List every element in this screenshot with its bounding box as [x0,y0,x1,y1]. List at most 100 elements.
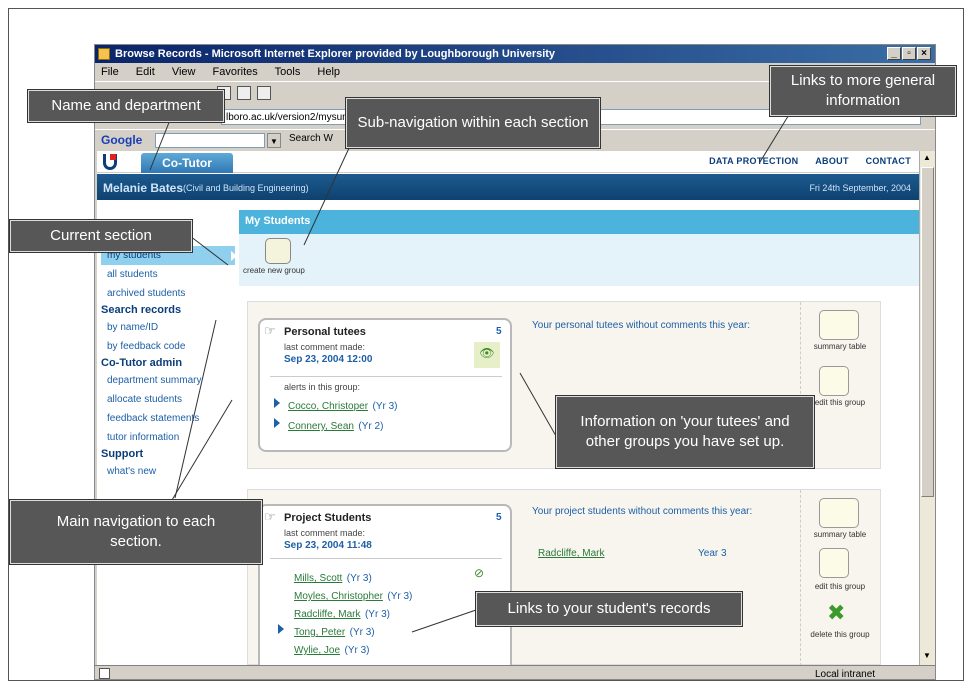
menu-help[interactable]: Help [317,66,340,78]
menu-favorites[interactable]: Favorites [213,66,258,78]
university-logo [103,154,117,170]
student-year: (Yr 3) [344,645,370,656]
edit-group-icon[interactable] [819,548,849,578]
student-year: (Yr 2) [358,421,384,432]
print-icon[interactable] [257,86,271,100]
restore-icon[interactable]: ▫ [902,47,916,60]
data-protection-link[interactable]: DATA PROTECTION [709,156,798,166]
student-row: Tong, Peter (Yr 3) [294,622,375,640]
student-row: Cocco, Christoper (Yr 3) [288,396,397,414]
student-link[interactable]: Cocco, Christoper [288,401,368,412]
last-comment-date[interactable]: Sep 23, 2004 11:48 [284,540,372,551]
nav-tutor-information[interactable]: tutor information [101,428,235,447]
create-group-icon[interactable] [265,238,291,264]
minimize-icon[interactable]: _ [887,47,901,60]
status-bar: Local intranet [95,665,935,681]
group-card-project-students: ☞ Project Students 5 last comment made: … [258,504,512,665]
general-links: DATA PROTECTION ABOUT CONTACT [695,156,911,166]
student-year: (Yr 3) [346,573,372,584]
scroll-down-icon[interactable]: ▼ [923,651,931,660]
create-group-link[interactable]: create new group [243,266,305,275]
last-comment-label: last comment made: [284,342,366,352]
nav-whats-new[interactable]: what's new [101,462,235,481]
summary-table-link[interactable]: summary table [801,342,879,351]
co-tutor-tab[interactable]: Co-Tutor [141,153,233,173]
edit-group-link[interactable]: edit this group [801,582,879,591]
last-comment-date[interactable]: Sep 23, 2004 12:00 [284,354,372,365]
callout-current-section: Current section [10,220,192,252]
student-row: Radcliffe, Mark (Yr 3) [294,604,390,622]
nav-by-feedback-code[interactable]: by feedback code [101,337,235,356]
nav-allocate-students[interactable]: allocate students [101,390,235,409]
group-title[interactable]: Personal tutees [284,326,366,338]
nav-department-summary[interactable]: department summary [101,371,235,390]
callout-name-department: Name and department [28,90,224,122]
nav-archived-students[interactable]: archived students [101,284,235,303]
alert-flag-icon [274,398,280,408]
nav-by-name[interactable]: by name/ID [101,318,235,337]
student-link[interactable]: Tong, Peter [294,627,345,638]
menu-file[interactable]: File [101,66,119,78]
summary-table-icon[interactable] [819,310,859,340]
view-icon[interactable]: 👁 [474,342,500,368]
nav-all-students[interactable]: all students [101,265,235,284]
page-scrollbar[interactable]: ▲ ▼ [919,151,935,665]
group-title[interactable]: Project Students [284,512,371,524]
group-card-personal-tutees: ☞ Personal tutees 5 last comment made: S… [258,318,512,452]
student-year: (Yr 3) [372,401,398,412]
group-actions: summary table edit this group ✖ delete t… [800,490,878,665]
student-year: (Yr 3) [387,591,413,602]
no-comment-student-link[interactable]: Radcliffe, Mark [538,548,605,559]
card-divider [270,376,502,377]
menu-view[interactable]: View [172,66,196,78]
group-icon: ☞ [264,323,276,338]
current-date: Fri 24th September, 2004 [809,183,911,193]
google-search-input[interactable] [155,133,265,148]
alert-flag-icon [274,418,280,428]
card-divider [270,558,502,559]
callout-main-navigation: Main navigation to each section. [10,500,262,564]
student-link[interactable]: Radcliffe, Mark [294,609,361,620]
main-navigation: my students all students archived studen… [101,246,237,481]
alert-flag-icon [278,624,284,634]
student-link[interactable]: Moyles, Christopher [294,591,383,602]
section-title: My Students [239,210,919,234]
nav-heading-search: Search records [101,304,182,316]
student-row: Connery, Sean (Yr 2) [288,416,383,434]
callout-general-links: Links to more general information [770,66,956,116]
user-department: (Civil and Building Engineering) [183,183,309,193]
callout-sub-navigation: Sub-navigation within each section [346,98,600,148]
scroll-up-icon[interactable]: ▲ [923,153,931,162]
delete-group-icon[interactable]: ✖ [827,600,845,626]
home-icon[interactable] [237,86,251,100]
nav-feedback-statements[interactable]: feedback statements [101,409,235,428]
site-top-strip: Co-Tutor DATA PROTECTION ABOUT CONTACT [97,151,919,173]
delete-group-link[interactable]: delete this group [801,630,879,639]
last-comment-label: last comment made: [284,528,366,538]
student-link[interactable]: Connery, Sean [288,421,354,432]
student-link[interactable]: Mills, Scott [294,573,342,584]
edit-group-icon[interactable] [819,366,849,396]
contact-link[interactable]: CONTACT [866,156,911,166]
student-row: Wylie, Joe (Yr 3) [294,640,370,658]
hide-view-icon[interactable]: ⊘ [474,566,484,580]
menu-edit[interactable]: Edit [136,66,155,78]
sub-navigation: create new group [239,234,919,286]
group-icon: ☞ [264,509,276,524]
student-row: Moyles, Christopher (Yr 3) [294,586,412,604]
menu-tools[interactable]: Tools [275,66,301,78]
summary-table-link[interactable]: summary table [801,530,879,539]
about-link[interactable]: ABOUT [815,156,849,166]
student-row: Mills, Scott (Yr 3) [294,568,372,586]
group-count: 5 [496,326,502,337]
scroll-thumb[interactable] [921,167,934,497]
no-comment-student-year: Year 3 [698,548,727,559]
summary-table-icon[interactable] [819,498,859,528]
google-label[interactable]: Google [101,133,142,147]
chevron-down-icon[interactable]: ▼ [267,133,281,148]
student-link[interactable]: Wylie, Joe [294,645,340,656]
group-count: 5 [496,512,502,523]
close-icon[interactable]: × [917,47,931,60]
search-web-button[interactable]: Search W [289,133,333,144]
page-status-icon [99,668,110,679]
